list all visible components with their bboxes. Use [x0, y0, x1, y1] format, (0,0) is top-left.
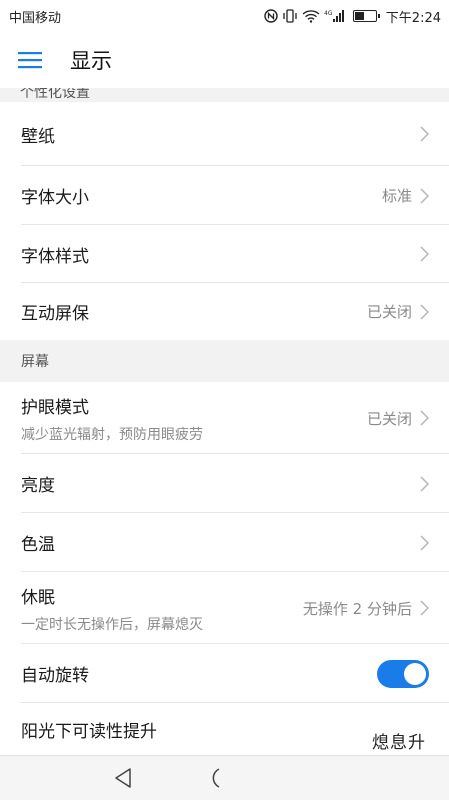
setting-value: 无操作 2 分钟后 — [302, 599, 412, 618]
setting-title: 阳光下可读性提升 — [21, 721, 157, 742]
setting-title: 亮度 — [21, 476, 55, 496]
setting-value: 已关闭 — [366, 303, 412, 321]
setting-title: 字体样式 — [21, 246, 89, 267]
network-type-label: 4G — [324, 10, 333, 17]
setting-row-brightness[interactable]: 亮度 — [0, 454, 449, 513]
setting-row-eye-comfort[interactable]: 护眼模式 减少蓝光辐射，预防用眼疲劳 已关闭 — [0, 382, 449, 454]
status-time: 下午2:24 — [385, 10, 441, 26]
app-bar: 显示 — [0, 32, 449, 88]
setting-value: 标准 — [381, 187, 412, 205]
carrier-name: 中国移动 — [9, 10, 62, 26]
setting-title: 色温 — [21, 535, 55, 555]
setting-value: 已关闭 — [366, 409, 412, 428]
home-icon[interactable] — [205, 766, 225, 790]
setting-subtitle: 一定时长无操作后，屏幕熄灭 — [21, 616, 203, 633]
chevron-right-icon — [420, 475, 429, 492]
watermark-text: 熄息升 — [372, 733, 426, 753]
chevron-right-icon — [420, 246, 429, 262]
setting-title: 自动旋转 — [21, 666, 89, 686]
section-header-screen: 屏幕 — [0, 340, 449, 382]
chevron-right-icon — [420, 303, 429, 320]
wifi-icon — [302, 9, 320, 23]
status-icons: 4G 下午2:24 — [264, 7, 441, 26]
signal-icon: 4G — [324, 9, 346, 23]
setting-title: 休眠 — [21, 587, 55, 608]
setting-title: 字体大小 — [21, 188, 89, 208]
status-bar: 中国移动 4G 下午2:24 — [0, 0, 449, 32]
section-label: 个性化设置 — [20, 88, 90, 101]
chevron-right-icon — [420, 410, 429, 426]
setting-title: 护眼模式 — [21, 397, 89, 418]
battery-icon — [352, 10, 380, 22]
back-icon[interactable] — [112, 766, 134, 790]
setting-row-font-size[interactable]: 字体大小 标准 — [0, 166, 449, 225]
vibrate-icon — [282, 9, 298, 23]
nfc-icon — [264, 9, 278, 23]
setting-row-screensaver[interactable]: 互动屏保 已关闭 — [0, 283, 449, 340]
setting-row-sleep[interactable]: 休眠 一定时长无操作后，屏幕熄灭 无操作 2 分钟后 — [0, 572, 449, 644]
setting-row-wallpaper[interactable]: 壁纸 — [0, 102, 449, 166]
section-label: 屏幕 — [21, 354, 49, 370]
navigation-bar — [0, 755, 449, 800]
setting-row-font-style[interactable]: 字体样式 — [0, 225, 449, 283]
setting-row-color-temperature[interactable]: 色温 — [0, 513, 449, 572]
setting-row-auto-rotate: 自动旋转 — [0, 644, 449, 703]
chevron-right-icon — [420, 187, 429, 204]
chevron-right-icon — [420, 126, 429, 142]
setting-title: 互动屏保 — [21, 304, 89, 324]
chevron-right-icon — [420, 600, 429, 616]
menu-icon[interactable] — [0, 32, 60, 88]
chevron-right-icon — [420, 534, 429, 551]
setting-title: 壁纸 — [21, 126, 55, 147]
auto-rotate-toggle[interactable] — [377, 659, 429, 688]
section-header-personalization: 个性化设置 — [0, 88, 449, 102]
page-title: 显示 — [70, 49, 112, 73]
setting-subtitle: 减少蓝光辐射，预防用眼疲劳 — [21, 426, 203, 443]
